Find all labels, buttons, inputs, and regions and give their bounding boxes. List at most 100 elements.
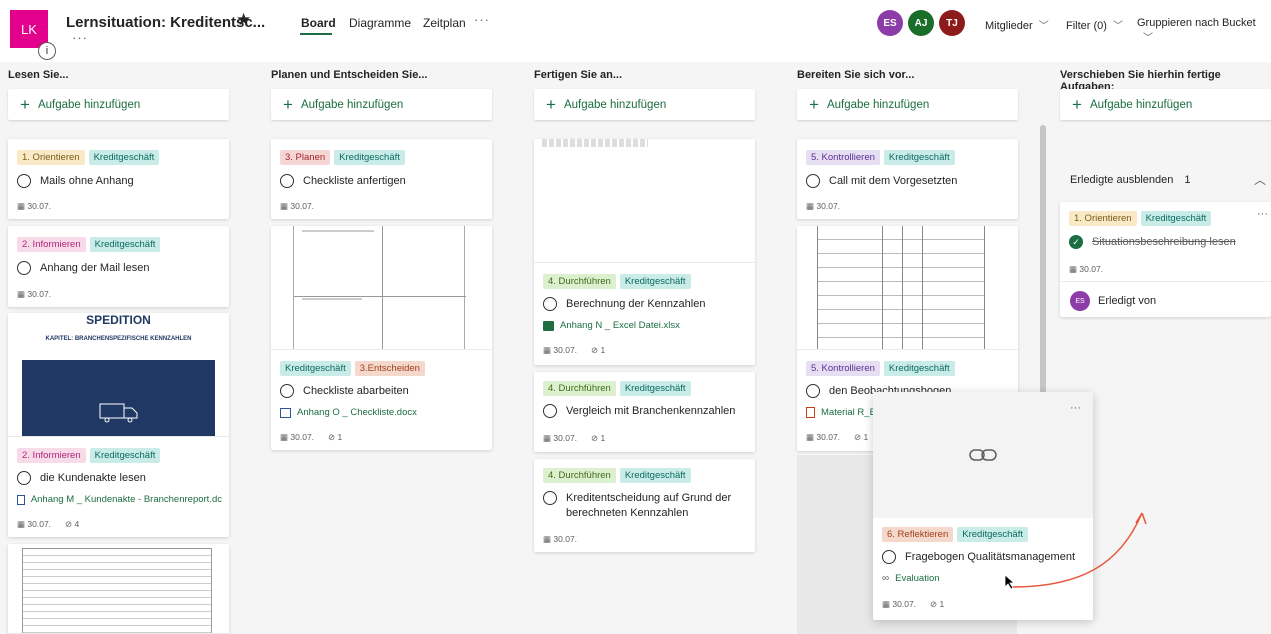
complete-checkbox[interactable]: [17, 261, 31, 275]
attachment-link[interactable]: Anhang M _ Kundenakte - Branchenreport.d…: [17, 494, 222, 505]
due-date: 30.07.: [816, 432, 841, 442]
due-date: 30.07.: [1079, 264, 1104, 274]
calendar-icon: ▦: [280, 201, 291, 211]
complete-checkbox[interactable]: [17, 174, 31, 188]
paperclip-icon: ⊘: [854, 432, 864, 442]
chevron-down-icon: ﹀: [1038, 21, 1049, 32]
due-date: 30.07.: [290, 432, 315, 442]
preview-banner: [22, 360, 215, 436]
bucket-title[interactable]: Fertigen Sie an...: [534, 69, 622, 81]
task-card[interactable]: 4. Durchführen Kreditgeschäft Kreditents…: [534, 459, 755, 552]
task-card[interactable]: 2. Informieren Kreditgeschäft Anhang der…: [8, 226, 229, 307]
tab-schedule[interactable]: Zeitplan: [423, 16, 466, 30]
tabs-more-icon[interactable]: ···: [474, 12, 490, 27]
scrollbar[interactable]: [1040, 125, 1046, 425]
label-topic: Kreditgeschäft: [1140, 211, 1212, 226]
label-phase: 4. Durchführen: [543, 381, 616, 396]
members-dropdown[interactable]: Mitglieder ﹀: [985, 17, 1049, 32]
card-labels: 3. Planen Kreditgeschäft: [280, 150, 405, 165]
complete-checkbox[interactable]: [543, 491, 557, 505]
complete-checkbox[interactable]: [806, 174, 820, 188]
bucket-title[interactable]: Planen und Entscheiden Sie...: [271, 69, 427, 81]
label-topic: Kreditgeschäft: [280, 361, 351, 376]
task-card[interactable]: [8, 544, 229, 634]
calendar-icon: ▦: [882, 599, 893, 609]
hide-completed-toggle[interactable]: Erledigte ausblenden 1: [1070, 174, 1191, 186]
label-topic: Kreditgeschäft: [619, 274, 691, 289]
bucket-title[interactable]: Bereiten Sie sich vor...: [797, 69, 914, 81]
chevron-up-icon[interactable]: ︿: [1254, 171, 1266, 188]
paperclip-icon: ⊘: [591, 345, 601, 355]
favorite-star-icon[interactable]: ★: [236, 10, 251, 30]
bucket-title[interactable]: Lesen Sie...: [8, 69, 69, 81]
complete-checkbox[interactable]: [543, 404, 557, 418]
task-title: die Kundenakte lesen: [40, 472, 146, 484]
tab-charts[interactable]: Diagramme: [349, 16, 411, 30]
document-thumbnail: [22, 548, 212, 633]
attachment-link[interactable]: Anhang O _ Checkliste.docx: [280, 407, 417, 418]
more-options-icon[interactable]: ···: [1257, 208, 1268, 220]
task-card[interactable]: 4. Durchführen Kreditgeschäft Berechnung…: [534, 139, 755, 365]
task-card[interactable]: SPEDITION KAPITEL: BRANCHENSPEZIFISCHE K…: [8, 313, 229, 537]
title-more-icon[interactable]: ···: [72, 30, 88, 45]
card-meta: ▦ 30.07.: [543, 534, 577, 545]
document-thumbnail: [293, 226, 466, 349]
app-header: LK i Lernsituation: Kreditentsc... ★ ···…: [0, 0, 1271, 62]
label-phase: 2. Informieren: [17, 237, 86, 252]
add-task-button[interactable]: + Aufgabe hinzufügen: [797, 89, 1018, 120]
add-task-button[interactable]: + Aufgabe hinzufügen: [8, 89, 229, 120]
card-meta: ▦ 30.07.: [806, 201, 840, 212]
link-icon: [969, 449, 997, 461]
add-task-button[interactable]: + Aufgabe hinzufügen: [534, 89, 755, 120]
members-label: Mitglieder: [985, 20, 1033, 32]
plus-icon: +: [809, 94, 819, 114]
card-meta: ▦ 30.07. ⊘ 1: [543, 433, 605, 444]
label-phase: 5. Kontrollieren: [806, 150, 880, 165]
task-card[interactable]: Kreditgeschäft 3.Entscheiden Checkliste …: [271, 226, 492, 450]
pdf-file-icon: [806, 407, 815, 418]
add-task-button[interactable]: + Aufgabe hinzufügen: [1060, 89, 1271, 120]
task-card[interactable]: 5. Kontrollieren Kreditgeschäft Call mit…: [797, 139, 1018, 219]
attachment-link[interactable]: Anhang N _ Excel Datei.xlsx: [543, 320, 680, 331]
paperclip-icon: ⊘: [591, 433, 601, 443]
avatar[interactable]: ES: [877, 10, 903, 36]
group-by-dropdown[interactable]: Gruppieren nach Bucket ﹀: [1137, 17, 1271, 44]
label-topic: Kreditgeschäft: [88, 150, 160, 165]
calendar-icon: ▦: [543, 345, 554, 355]
filter-dropdown[interactable]: Filter (0) ﹀: [1066, 17, 1123, 32]
checkmark-icon[interactable]: ✓: [1069, 235, 1083, 249]
complete-checkbox[interactable]: [806, 384, 820, 398]
card-labels: 4. Durchführen Kreditgeschäft: [543, 274, 691, 289]
word-file-icon: [280, 407, 291, 418]
plus-icon: +: [546, 94, 556, 114]
task-title-row: Checkliste abarbeiten: [280, 384, 480, 399]
task-title-row: Anhang der Mail lesen: [17, 261, 217, 276]
complete-checkbox[interactable]: [280, 174, 294, 188]
label-phase: 3.Entscheiden: [354, 361, 425, 376]
card-labels: 4. Durchführen Kreditgeschäft: [543, 381, 691, 396]
tab-board[interactable]: Board: [301, 16, 336, 30]
due-date: 30.07.: [290, 201, 315, 211]
card-labels: 1. Orientieren Kreditgeschäft: [17, 150, 160, 165]
task-card[interactable]: 3. Planen Kreditgeschäft Checkliste anfe…: [271, 139, 492, 219]
completed-by: ES Erledigt von: [1070, 291, 1156, 311]
attachment-link[interactable]: ∞ Evaluation: [882, 573, 940, 584]
card-labels: 1. Orientieren Kreditgeschäft: [1069, 211, 1212, 226]
info-icon[interactable]: i: [38, 42, 56, 60]
attachment-count: 1: [863, 432, 869, 442]
task-card[interactable]: 1. Orientieren Kreditgeschäft Mails ohne…: [8, 139, 229, 219]
paperclip-icon: ⊘: [65, 519, 75, 529]
task-title-row: Berechnung der Kennzahlen: [543, 297, 743, 312]
complete-checkbox[interactable]: [543, 297, 557, 311]
task-title-row: Vergleich mit Branchenkennzahlen: [543, 404, 743, 419]
task-card[interactable]: 4. Durchführen Kreditgeschäft Vergleich …: [534, 372, 755, 452]
add-task-button[interactable]: + Aufgabe hinzufügen: [271, 89, 492, 120]
complete-checkbox[interactable]: [17, 471, 31, 485]
complete-checkbox[interactable]: [882, 550, 896, 564]
complete-checkbox[interactable]: [280, 384, 294, 398]
label-topic: Kreditgeschäft: [883, 150, 955, 165]
task-card-completed[interactable]: 1. Orientieren Kreditgeschäft ··· ✓ Situ…: [1060, 202, 1271, 317]
avatar[interactable]: TJ: [939, 10, 965, 36]
more-options-icon[interactable]: ···: [1070, 402, 1081, 414]
avatar[interactable]: AJ: [908, 10, 934, 36]
